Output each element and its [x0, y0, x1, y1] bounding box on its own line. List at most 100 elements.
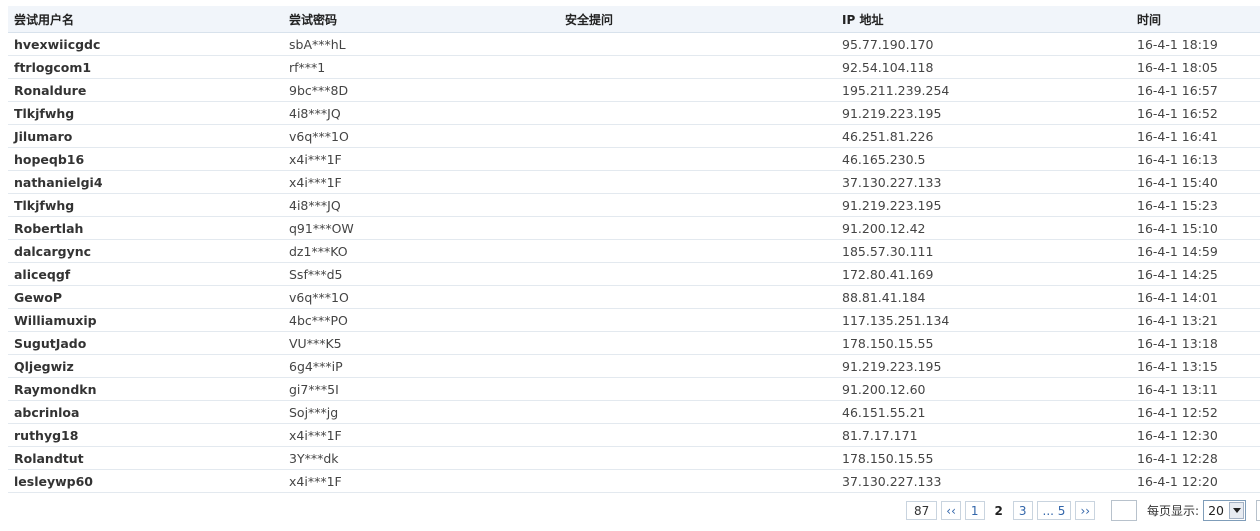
security-question-cell: [559, 423, 836, 447]
password-cell: x4i***1F: [283, 469, 559, 493]
header-time: 时间: [1131, 6, 1260, 33]
table-row: ruthyg18 x4i***1F 81.7.17.171 16-4-1 12:30: [8, 423, 1260, 447]
ip-address-cell: 91.219.223.195: [836, 354, 1131, 378]
username-cell: Jilumaro: [8, 124, 283, 148]
ip-address-cell: 91.200.12.60: [836, 377, 1131, 401]
password-cell: q91***OW: [283, 216, 559, 240]
header-ip-address: IP 地址: [836, 6, 1131, 33]
page-go-button[interactable]: [1256, 500, 1260, 521]
table-header-row: 尝试用户名 尝试密码 安全提问 IP 地址 时间: [8, 6, 1260, 33]
username-cell: Tlkjfwhg: [8, 101, 283, 125]
security-question-cell: [559, 78, 836, 102]
username-cell: hopeqb16: [8, 147, 283, 171]
security-question-cell: [559, 216, 836, 240]
login-attempts-table: 尝试用户名 尝试密码 安全提问 IP 地址 时间 hvexwiicgdc sbA*…: [8, 6, 1260, 493]
pagination: 87 ‹‹ 1 2 3 ... 5 ›› 每页显示: 20: [906, 500, 1260, 521]
username-cell: ftrlogcom1: [8, 55, 283, 79]
ip-address-cell: 46.251.81.226: [836, 124, 1131, 148]
username-cell: nathanielgi4: [8, 170, 283, 194]
username-cell: Ronaldure: [8, 78, 283, 102]
total-count: 87: [906, 501, 938, 520]
password-cell: x4i***1F: [283, 170, 559, 194]
time-cell: 16-4-1 13:15: [1131, 354, 1260, 378]
per-page-value: 20: [1208, 503, 1224, 518]
page-link-3[interactable]: 3: [1012, 501, 1033, 520]
password-cell: gi7***5I: [283, 377, 559, 401]
table-row: ftrlogcom1 rf***1 92.54.104.118 16-4-1 18:0…: [8, 55, 1260, 79]
table-row: hopeqb16 x4i***1F 46.165.230.5 16-4-1 16:13: [8, 147, 1260, 171]
security-question-cell: [559, 331, 836, 355]
page-jump-input[interactable]: [1111, 500, 1138, 521]
next-page-link[interactable]: ››: [1075, 501, 1096, 520]
username-cell: Robertlah: [8, 216, 283, 240]
username-cell: hvexwiicgdc: [8, 32, 283, 56]
password-cell: Soj***jg: [283, 400, 559, 424]
security-question-cell: [559, 308, 836, 332]
first-page-link[interactable]: ‹‹: [941, 501, 961, 520]
username-cell: dalcargync: [8, 239, 283, 263]
table-row: nathanielgi4 x4i***1F 37.130.227.133 16-4-1…: [8, 170, 1260, 194]
last-page-link[interactable]: ... 5: [1036, 501, 1072, 520]
ip-address-cell: 91.219.223.195: [836, 193, 1131, 217]
username-cell: aliceqgf: [8, 262, 283, 286]
password-cell: 9bc***8D: [283, 78, 559, 102]
per-page-label: 每页显示:: [1147, 504, 1200, 518]
time-cell: 16-4-1 12:30: [1131, 423, 1260, 447]
password-cell: rf***1: [283, 55, 559, 79]
ip-address-cell: 88.81.41.184: [836, 285, 1131, 309]
security-question-cell: [559, 170, 836, 194]
ip-address-cell: 92.54.104.118: [836, 55, 1131, 79]
ip-address-cell: 37.130.227.133: [836, 469, 1131, 493]
password-cell: dz1***KO: [283, 239, 559, 263]
ip-address-cell: 37.130.227.133: [836, 170, 1131, 194]
ip-address-cell: 46.165.230.5: [836, 147, 1131, 171]
header-username: 尝试用户名: [8, 6, 283, 33]
table-row: GewoP v6q***1O 88.81.41.184 16-4-1 14:01: [8, 285, 1260, 309]
security-question-cell: [559, 193, 836, 217]
per-page-select[interactable]: 20: [1203, 500, 1246, 521]
security-question-cell: [559, 262, 836, 286]
security-question-cell: [559, 354, 836, 378]
table-row: dalcargync dz1***KO 185.57.30.111 16-4-1 14…: [8, 239, 1260, 263]
ip-address-cell: 172.80.41.169: [836, 262, 1131, 286]
ip-address-cell: 46.151.55.21: [836, 400, 1131, 424]
ip-address-cell: 195.211.239.254: [836, 78, 1131, 102]
username-cell: Williamuxip: [8, 308, 283, 332]
table-row: Tlkjfwhg 4i8***JQ 91.219.223.195 16-4-1 15:…: [8, 193, 1260, 217]
time-cell: 16-4-1 16:41: [1131, 124, 1260, 148]
security-question-cell: [559, 377, 836, 401]
username-cell: Raymondkn: [8, 377, 283, 401]
ip-address-cell: 178.150.15.55: [836, 331, 1131, 355]
ip-address-cell: 117.135.251.134: [836, 308, 1131, 332]
page-link-1[interactable]: 1: [964, 501, 985, 520]
time-cell: 16-4-1 12:20: [1131, 469, 1260, 493]
password-cell: 4bc***PO: [283, 308, 559, 332]
time-cell: 16-4-1 12:28: [1131, 446, 1260, 470]
password-cell: v6q***1O: [283, 124, 559, 148]
username-cell: abcrinloa: [8, 400, 283, 424]
table-row: Rolandtut 3Y***dk 178.150.15.55 16-4-1 12:2…: [8, 446, 1260, 470]
table-row: Raymondkn gi7***5I 91.200.12.60 16-4-1 13:1…: [8, 377, 1260, 401]
security-question-cell: [559, 446, 836, 470]
time-cell: 16-4-1 14:25: [1131, 262, 1260, 286]
password-cell: 4i8***JQ: [283, 193, 559, 217]
password-cell: x4i***1F: [283, 423, 559, 447]
time-cell: 16-4-1 13:21: [1131, 308, 1260, 332]
table-row: Tlkjfwhg 4i8***JQ 91.219.223.195 16-4-1 16:…: [8, 101, 1260, 125]
security-question-cell: [559, 55, 836, 79]
password-cell: 3Y***dk: [283, 446, 559, 470]
password-cell: v6q***1O: [283, 285, 559, 309]
time-cell: 16-4-1 14:01: [1131, 285, 1260, 309]
time-cell: 16-4-1 13:18: [1131, 331, 1260, 355]
table-row: lesleywp60 x4i***1F 37.130.227.133 16-4-1 1…: [8, 469, 1260, 493]
time-cell: 16-4-1 18:05: [1131, 55, 1260, 79]
security-question-cell: [559, 239, 836, 263]
password-cell: sbA***hL: [283, 32, 559, 56]
chevron-down-icon[interactable]: [1229, 502, 1244, 519]
password-cell: VU***K5: [283, 331, 559, 355]
password-cell: 6g4***iP: [283, 354, 559, 378]
username-cell: Qljegwiz: [8, 354, 283, 378]
time-cell: 16-4-1 15:23: [1131, 193, 1260, 217]
username-cell: ruthyg18: [8, 423, 283, 447]
page-current: 2: [988, 501, 1009, 520]
